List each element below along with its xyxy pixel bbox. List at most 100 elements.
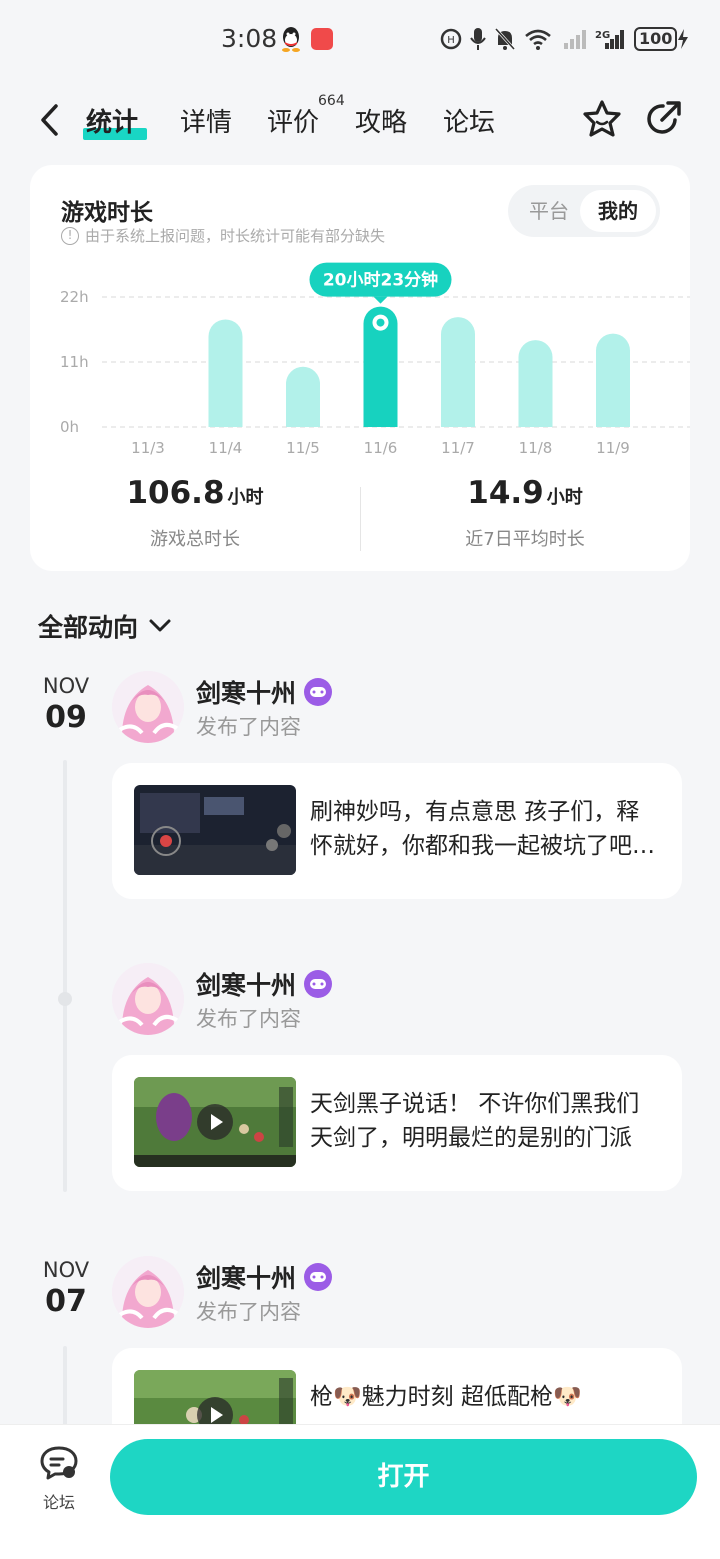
post-username[interactable]: 剑寒十州 [196, 1259, 333, 1295]
forum-button[interactable]: 论坛 [36, 1445, 82, 1513]
tab-reviews-label: 评价 [267, 108, 320, 138]
charging-icon [678, 29, 689, 49]
app-notification-icon [311, 28, 333, 50]
avatar[interactable] [112, 1256, 184, 1328]
chart-x-tick: 11/3 [131, 439, 165, 457]
avatar-image [112, 671, 184, 743]
mic-icon [470, 28, 486, 50]
status-bar: 3:08 H 2G 100 [0, 0, 720, 80]
chart-y-tick: 11h [60, 353, 89, 371]
qq-icon [282, 27, 300, 52]
svg-text:2G: 2G [595, 30, 610, 41]
toggle-platform[interactable]: 平台 [514, 190, 584, 232]
post-thumbnail [134, 785, 296, 875]
bottom-bar: 论坛 打开 [0, 1424, 720, 1559]
playtime-note-text: 由于系统上报问题，时长统计可能有部分缺失 [85, 227, 386, 245]
open-game-button[interactable]: 打开 [110, 1439, 697, 1515]
post-text: 枪🐶魅力时刻 超低配枪🐶 [310, 1384, 582, 1410]
chart-bar [518, 340, 553, 427]
chart-bar [208, 319, 243, 427]
date-marker: NOV 07 [38, 1258, 94, 1319]
playtime-card: 游戏时长 ! 由于系统上报问题，时长统计可能有部分缺失 平台 我的 0h 11h 2… [30, 165, 690, 571]
tab-reviews[interactable]: 评价 [267, 102, 319, 139]
tab-guides[interactable]: 攻略 [355, 102, 407, 139]
chart-y-tick: 0h [60, 418, 79, 436]
post-action: 发布了内容 [196, 1007, 301, 1031]
post-card[interactable]: 天剑黑子说话！ 不许你们黑我们天剑了，明明最烂的是别的门派 [112, 1055, 682, 1191]
avatar-image [112, 963, 184, 1035]
chart-x-tick: 11/4 [209, 439, 243, 457]
post-text: 刷神妙吗，有点意思 孩子们，释怀就好，你都和我一起被坑了吧哈哈 [310, 799, 655, 859]
total-playtime: 106.8 小时 游戏总时长 [30, 475, 360, 551]
battery-icon: 100 [634, 27, 689, 51]
chart-x-tick: 11/6 [364, 439, 398, 457]
date-day: 07 [45, 1284, 87, 1319]
wifi-icon [525, 29, 551, 50]
total-playtime-unit: 小时 [227, 487, 264, 508]
chart-x-tick: 11/5 [286, 439, 320, 457]
status-time: 3:08 [221, 24, 278, 53]
tab-details-label: 详情 [180, 108, 233, 138]
share-icon[interactable] [642, 98, 684, 140]
post-username[interactable]: 剑寒十州 [196, 674, 333, 710]
timeline-dot [58, 992, 72, 1006]
avg-playtime-label: 近7日平均时长 [465, 529, 585, 550]
playtime-chart: 0h 11h 22h 11/3 11/4 11/5 20小时23分钟 11/6 11/7 11/8… [60, 262, 690, 457]
status-icons: H 2G 100 [440, 24, 689, 54]
post-text: 天剑黑子说话！ 不许你们黑我们天剑了，明明最烂的是别的门派 [310, 1091, 640, 1151]
playtime-note: ! 由于系统上报问题，时长统计可能有部分缺失 [61, 225, 385, 246]
chevron-down-icon [149, 619, 171, 632]
game-badge-icon [304, 1263, 333, 1291]
data-source-toggle: 平台 我的 [508, 185, 660, 237]
avatar[interactable] [112, 963, 184, 1035]
game-badge-icon [304, 970, 333, 998]
timeline-line [63, 1346, 67, 1426]
signal-icon [564, 30, 586, 49]
game-badge-icon [304, 678, 333, 706]
back-icon[interactable] [36, 102, 64, 138]
chart-x-tick: 11/9 [596, 439, 630, 457]
activity-filter-label: 全部动向 [38, 613, 139, 642]
mute-bell-icon [494, 27, 516, 51]
avatar[interactable] [112, 671, 184, 743]
date-marker: NOV 09 [38, 674, 94, 735]
hd-call-icon: H [440, 28, 462, 50]
chart-tooltip-pointer [373, 296, 388, 304]
chart-y-tick: 22h [60, 288, 89, 306]
post-action: 发布了内容 [196, 1300, 301, 1324]
post-username[interactable]: 剑寒十州 [196, 966, 333, 1002]
tab-stats-label: 统计 [86, 108, 139, 138]
post-card[interactable]: 刷神妙吗，有点意思 孩子们，释怀就好，你都和我一起被坑了吧哈哈 [112, 763, 682, 899]
date-month: NOV [42, 674, 90, 698]
tab-details[interactable]: 详情 [180, 102, 232, 139]
chart-bar [286, 366, 320, 427]
post-username-text: 剑寒十州 [196, 679, 297, 708]
chart-tooltip-text: 20小时23分钟 [323, 270, 438, 291]
avg-playtime-unit: 小时 [546, 487, 583, 508]
signal-2g-icon: 2G [595, 30, 624, 49]
avg-playtime: 14.9 小时 近7日平均时长 [360, 475, 690, 551]
activity-filter[interactable]: 全部动向 [38, 608, 172, 644]
post-action: 发布了内容 [196, 715, 301, 739]
info-icon: ! [61, 226, 79, 245]
chart-bar [441, 317, 475, 427]
post-thumbnail [134, 1077, 296, 1167]
tab-stats[interactable]: 统计 [86, 102, 138, 139]
chart-bar [596, 333, 630, 427]
total-playtime-label: 游戏总时长 [150, 529, 240, 550]
toggle-mine[interactable]: 我的 [580, 190, 656, 232]
post-username-text: 剑寒十州 [196, 971, 297, 1000]
tab-forum-label: 论坛 [443, 108, 496, 138]
date-month: NOV [42, 1258, 90, 1282]
star-icon[interactable] [581, 98, 623, 140]
chart-x-tick: 11/7 [441, 439, 475, 457]
timeline-line [63, 760, 67, 1192]
post-username-text: 剑寒十州 [196, 1264, 297, 1293]
top-nav: 统计 详情 评价 664 攻略 论坛 [0, 88, 720, 152]
battery-level: 100 [634, 27, 678, 51]
tab-forum[interactable]: 论坛 [443, 102, 495, 139]
avg-playtime-value: 14.9 [467, 475, 544, 511]
date-day: 09 [45, 700, 87, 735]
forum-chat-icon [40, 1446, 78, 1480]
forum-label: 论坛 [42, 1493, 75, 1512]
